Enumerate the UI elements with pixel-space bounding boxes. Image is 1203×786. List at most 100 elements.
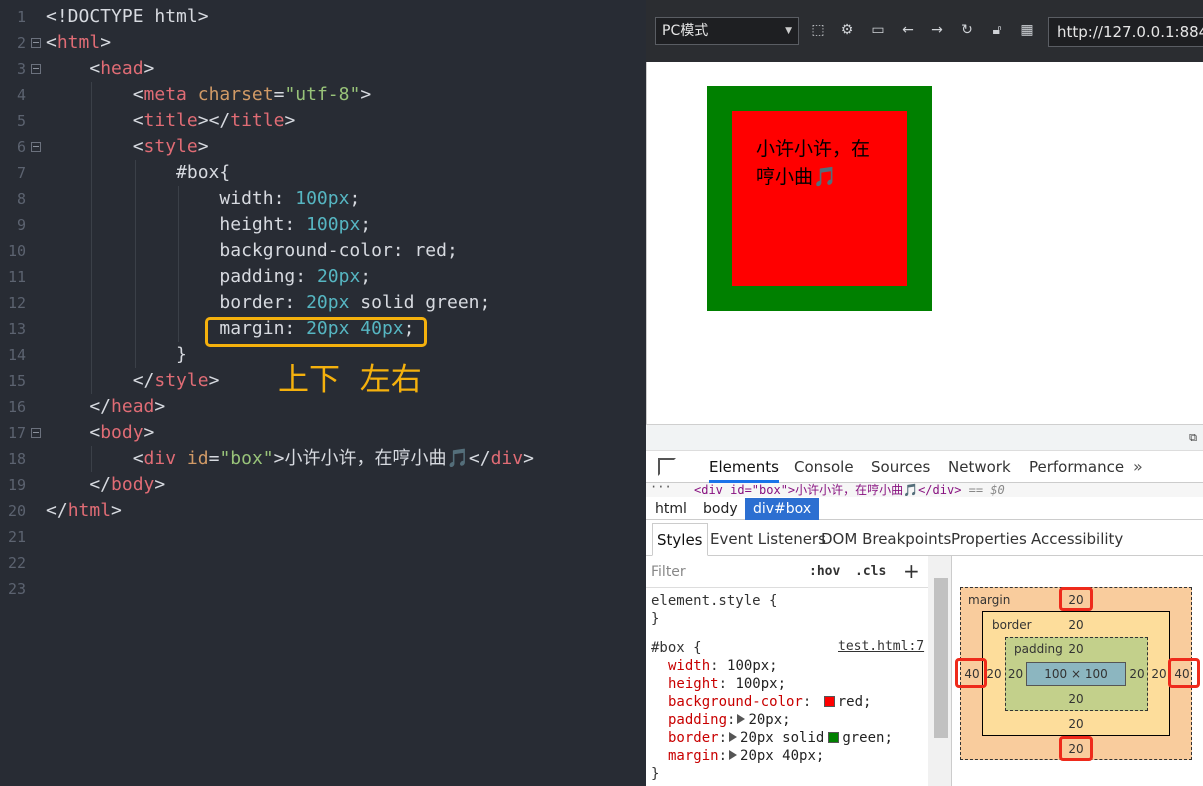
expand-triangle-icon[interactable]	[729, 750, 738, 760]
refresh-icon[interactable]: ↻	[957, 20, 977, 40]
styles-scroll-thumb[interactable]	[934, 578, 948, 738]
subtab-accessibility[interactable]: Accessibility	[1027, 523, 1127, 556]
line-number: 10	[7, 242, 26, 260]
border-bottom-value[interactable]: 20	[1064, 717, 1088, 731]
line-number: 2	[16, 34, 26, 52]
expand-triangle-icon[interactable]	[737, 714, 746, 724]
code-text: </style>	[46, 370, 220, 391]
code-line[interactable]: 23	[0, 576, 645, 602]
code-line[interactable]: 20 </html>	[0, 498, 645, 524]
url-bar[interactable]: http://127.0.0.1:8848	[1048, 17, 1203, 47]
tab-elements[interactable]: Elements	[709, 451, 779, 483]
undock-icon[interactable]: ⧉	[1189, 431, 1197, 445]
box-model-content[interactable]: 100 × 100	[1026, 662, 1126, 686]
padding-right-value[interactable]: 20	[1126, 667, 1148, 681]
expand-triangle-icon[interactable]	[729, 732, 738, 742]
margin-right-highlight	[1168, 658, 1200, 688]
margin-top-highlight	[1059, 587, 1093, 611]
line-number: 19	[7, 476, 26, 494]
code-line[interactable]: 1 <!DOCTYPE html>	[0, 4, 645, 30]
code-text: </html>	[46, 500, 122, 521]
padding-bottom-value[interactable]: 20	[1064, 692, 1088, 706]
code-line[interactable]: 8 width: 100px;	[0, 186, 645, 212]
subtab-styles[interactable]: Styles	[652, 523, 708, 556]
screenshot-icon[interactable]: ⬚	[808, 20, 828, 40]
css-property-height[interactable]: height: 100px;	[668, 675, 786, 693]
tab-performance[interactable]: Performance	[1029, 451, 1124, 483]
chevron-down-icon: ▼	[785, 26, 792, 36]
code-line[interactable]: 21	[0, 524, 645, 550]
code-line[interactable]: 3 <head>	[0, 56, 645, 82]
code-line[interactable]: 5 <title></title>	[0, 108, 645, 134]
breadcrumb-div-box[interactable]: div#box	[745, 498, 820, 520]
filter-input[interactable]: Filter	[651, 564, 686, 580]
padding-label: padding	[1014, 642, 1063, 656]
styles-pane: Filter :hov .cls + element.style { } #bo…	[646, 556, 952, 786]
forward-icon[interactable]: →	[927, 20, 947, 40]
border-right-value[interactable]: 20	[1148, 667, 1170, 681]
code-line[interactable]: 18 <div id="box">小许小许，在哼小曲🎵</div>	[0, 446, 645, 472]
code-line[interactable]: 22	[0, 550, 645, 576]
subtab-event-listeners[interactable]: Event Listeners	[706, 523, 830, 556]
devtools-menu-icon[interactable]: ⋮	[1196, 451, 1203, 483]
line-number: 7	[16, 164, 26, 182]
code-editor[interactable]: 1 <!DOCTYPE html> 2 <html> 3 <head> 4 <meta c…	[0, 0, 645, 786]
code-line[interactable]: 17 <body>	[0, 420, 645, 446]
code-line[interactable]: 10 background-color: red;	[0, 238, 645, 264]
css-property-padding[interactable]: padding: 20px;	[668, 711, 791, 729]
code-line[interactable]: 4 <meta charset="utf-8">	[0, 82, 645, 108]
devtools-panel: ⧉ Elements Console Sources Network Perfo…	[646, 424, 1203, 786]
mode-select[interactable]: PC模式 ▼	[655, 17, 799, 45]
code-line[interactable]: 19 </body>	[0, 472, 645, 498]
code-line[interactable]: 9 height: 100px;	[0, 212, 645, 238]
code-line[interactable]: 12 border: 20px solid green;	[0, 290, 645, 316]
tab-network[interactable]: Network	[948, 451, 1011, 483]
more-tabs-icon[interactable]: »	[1133, 451, 1143, 483]
new-rule-button[interactable]: +	[903, 559, 920, 583]
code-line[interactable]: 2 <html>	[0, 30, 645, 56]
css-property-width[interactable]: width: 100px;	[668, 657, 778, 675]
css-property-border[interactable]: border: 20px solid green;	[668, 729, 893, 747]
dom-selected-node[interactable]: ··· <div id="box">小许小许，在哼小曲🎵</div> == $0	[646, 483, 1203, 497]
subtab-dom-breakpoints[interactable]: DOM Breakpoints	[817, 523, 955, 556]
code-text: <title></title>	[46, 110, 296, 131]
cls-button[interactable]: .cls	[855, 564, 886, 579]
settings-icon[interactable]: ⚙	[837, 20, 857, 40]
code-text: <html>	[46, 32, 112, 53]
fold-toggle-icon[interactable]	[31, 38, 41, 48]
css-property-background-color[interactable]: background-color: red;	[668, 693, 871, 711]
filter-row: Filter :hov .cls +	[646, 556, 951, 588]
inspect-element-icon[interactable]	[658, 458, 676, 476]
padding-left-value[interactable]: 20	[1005, 667, 1026, 681]
fold-toggle-icon[interactable]	[31, 142, 41, 152]
padding-top-value[interactable]: 20	[1064, 642, 1088, 656]
rule-source-link[interactable]: test.html:7	[838, 639, 924, 654]
back-icon[interactable]: ←	[898, 20, 918, 40]
css-property-margin[interactable]: margin: 20px 40px;	[668, 747, 824, 765]
code-line[interactable]: 11 padding: 20px;	[0, 264, 645, 290]
breadcrumb-html[interactable]: html	[647, 498, 695, 520]
code-line[interactable]: 6 <style>	[0, 134, 645, 160]
subtab-properties[interactable]: Properties	[947, 523, 1031, 556]
margin-bottom-highlight	[1059, 736, 1093, 761]
tab-sources[interactable]: Sources	[871, 451, 930, 483]
tab-console[interactable]: Console	[794, 451, 854, 483]
element-style-open[interactable]: element.style {	[651, 592, 777, 610]
devtools-tabs: Elements Console Sources Network Perform…	[646, 451, 1203, 483]
line-number: 16	[7, 398, 26, 416]
rule-selector[interactable]: #box {	[651, 639, 702, 657]
fold-toggle-icon[interactable]	[31, 428, 41, 438]
lock-icon[interactable]: 🔓︎	[987, 20, 1007, 40]
line-number: 20	[7, 502, 26, 520]
breadcrumb-body[interactable]: body	[695, 498, 746, 520]
code-line[interactable]: 7 #box{	[0, 160, 645, 186]
console-icon[interactable]: ▭	[868, 20, 888, 40]
color-swatch[interactable]	[823, 696, 835, 707]
border-top-value[interactable]: 20	[1064, 618, 1088, 632]
hov-button[interactable]: :hov	[809, 564, 840, 579]
rule-close: }	[651, 766, 660, 782]
color-swatch[interactable]	[828, 732, 840, 743]
qr-code-icon[interactable]: ▦	[1017, 20, 1037, 40]
dom-node-markup: <div id="box">小许小许，在哼小曲🎵</div> == $0	[694, 483, 1005, 497]
fold-toggle-icon[interactable]	[31, 64, 41, 74]
